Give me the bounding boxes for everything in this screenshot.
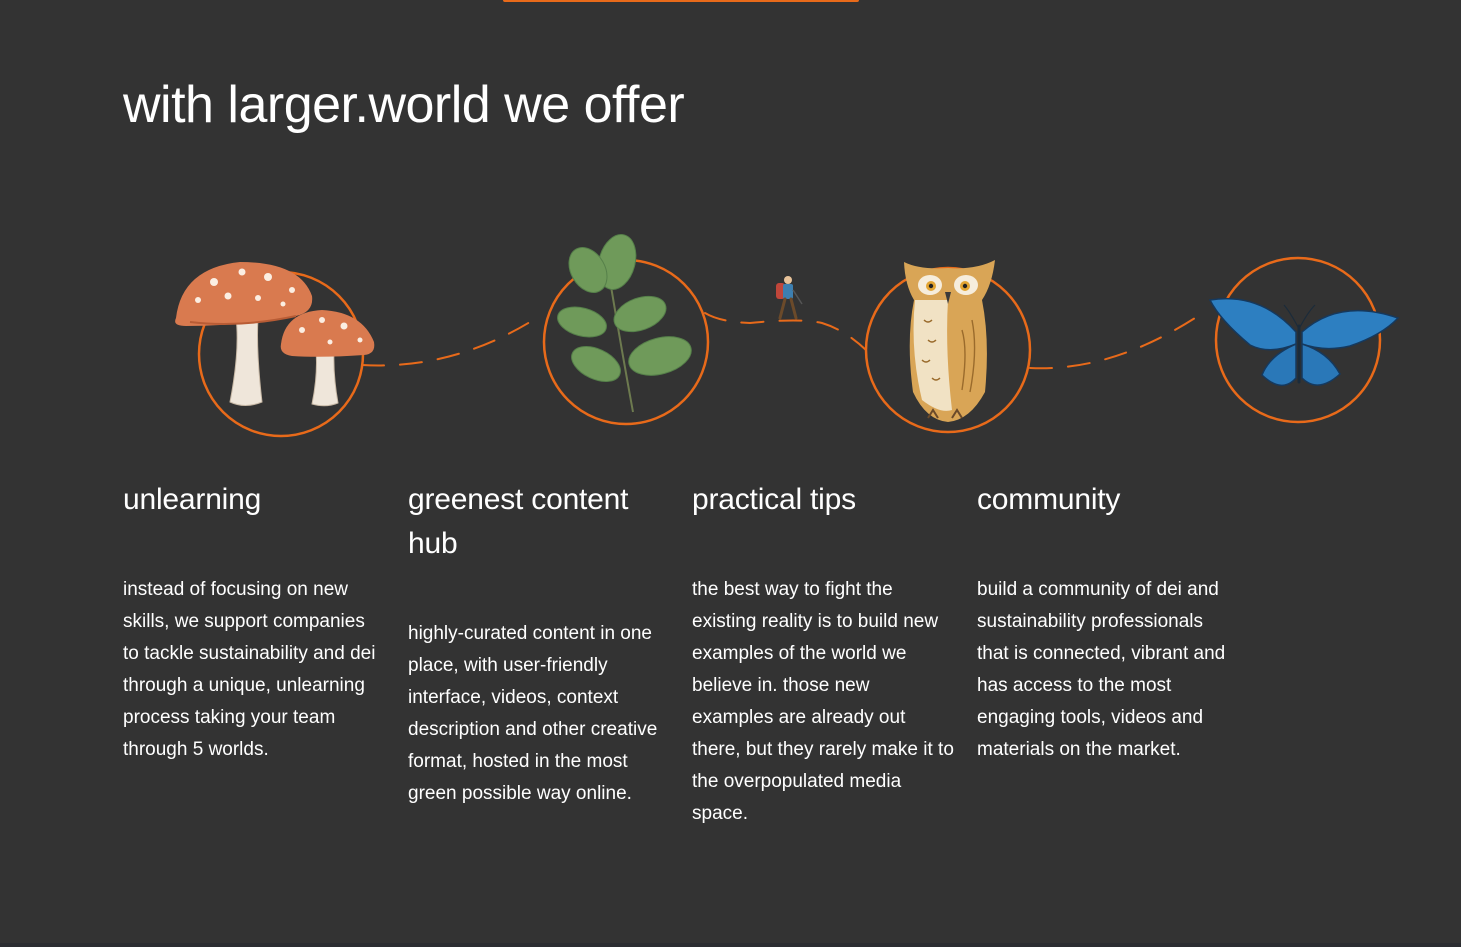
journey-illustration xyxy=(175,234,1400,438)
feature-description: instead of focusing on new skills, we su… xyxy=(123,579,376,760)
feature-title: practical tips xyxy=(692,483,856,516)
feature-title: unlearning xyxy=(123,483,262,516)
dashed-journey-path xyxy=(361,312,1196,370)
feature-practical-tips: practical tips the best way to fight the… xyxy=(692,478,954,830)
feature-unlearning: unlearning instead of focusing on new sk… xyxy=(123,478,385,766)
feature-title: greenest content hub xyxy=(408,483,629,560)
feature-title: community xyxy=(977,483,1121,516)
bottom-edge-divider xyxy=(0,943,1461,947)
hiker-icon xyxy=(776,276,803,320)
feature-community: community build a community of dei and s… xyxy=(977,478,1239,766)
owl-icon xyxy=(864,260,1032,434)
butterfly-icon xyxy=(1208,256,1400,424)
feature-greenest-content-hub: greenest content hub highly-curated cont… xyxy=(408,478,670,810)
feature-description: the best way to fight the existing reali… xyxy=(692,579,954,824)
mushrooms-icon xyxy=(175,262,375,438)
leaf-sprig-icon xyxy=(542,234,710,426)
feature-description: highly-curated content in one place, wit… xyxy=(408,623,658,804)
feature-description: build a community of dei and sustainabil… xyxy=(977,579,1226,760)
